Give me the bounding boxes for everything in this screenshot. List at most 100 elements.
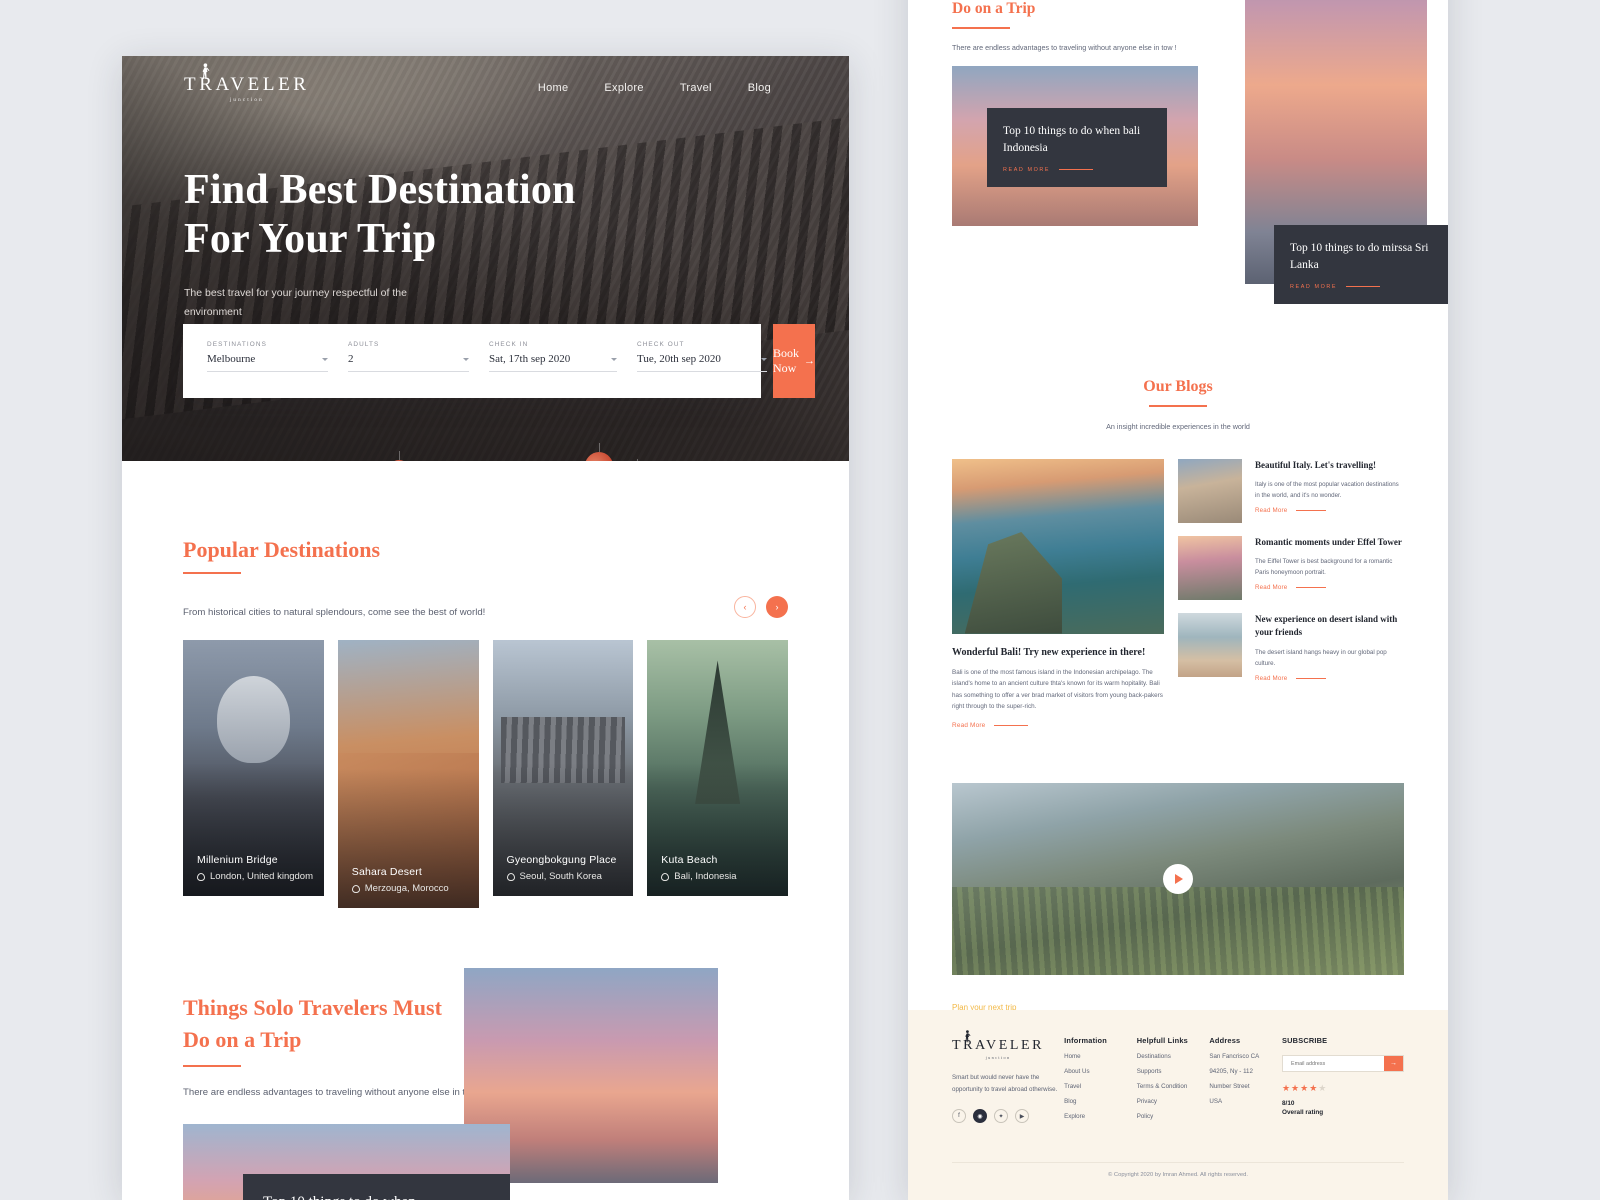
booking-field-checkout[interactable]: CHECK OUT Tue, 20th sep 2020 [637,341,767,398]
stars-filled: ★★★★ [1281,1083,1319,1093]
destination-card[interactable]: Gyeongbokgung Place Seoul, South Korea [492,640,634,896]
list-item[interactable]: New experience on desert island with you… [1178,612,1404,682]
play-icon [1175,874,1183,885]
logo-tagline: junction [229,96,264,103]
site-footer: TRAVELER junction Smart but would never … [908,1010,1448,1200]
right-page-mockup: Do on a Trip There are endless advantage… [908,0,1448,1200]
footer-link[interactable]: Terms & Condition [1137,1083,1210,1090]
blog-item-body: Italy is one of the most popular vacatio… [1255,481,1399,500]
hiker-icon [202,62,210,79]
footer-link[interactable]: Home [1064,1053,1137,1060]
do-trip-card-bali[interactable]: Top 10 things to do when bali Indonesia … [987,108,1167,187]
booking-fields: DESTINATIONS Melbourne ADULTS 2 CHECK IN… [183,324,773,398]
address-line: USA [1209,1098,1223,1105]
book-now-label: Book Now [773,346,800,375]
footer-column-helpful-links: Helpfull Links Destinations Supports Ter… [1137,1036,1210,1123]
video-banner[interactable] [952,783,1404,976]
instagram-icon[interactable]: ◉ [973,1109,987,1124]
read-more-link[interactable]: READ MORE [1290,284,1433,290]
read-more-link[interactable]: Read More [952,722,1164,729]
booking-field-destinations[interactable]: DESTINATIONS Melbourne [207,341,328,398]
blog-thumbnail [1178,535,1242,600]
blog-thumbnail [1178,458,1242,523]
read-more-link[interactable]: Read More [1255,584,1404,591]
card-title: Millenium Bridge [197,854,278,866]
solo-travelers-section: Things Solo Travelers Must Do on a Trip … [122,968,849,1200]
blog-item-body: The Eiffel Tower is best background for … [1255,558,1393,577]
field-value: Melbourne [207,353,256,365]
read-more-rule [1346,286,1381,287]
heading-underline [183,572,241,574]
blogs-subtitle: An insight incredible experiences in the… [1106,422,1250,431]
read-more-link[interactable]: Read More [1255,675,1404,682]
address-line: San Fancrisco CA [1209,1053,1260,1060]
copyright-text: © Copyright 2020 by Imran Ahmed. All rig… [1108,1172,1248,1178]
heading-underline [952,27,1010,29]
footer-logo[interactable]: TRAVELER junction [952,1030,1044,1060]
footer-link[interactable]: Explore [1064,1113,1137,1120]
destination-card[interactable]: Kuta Beach Bali, Indonesia [647,640,788,896]
field-label: CHECK OUT [637,341,685,348]
booking-field-checkin[interactable]: CHECK IN Sat, 17th sep 2020 [489,341,617,398]
read-more-link[interactable]: Read More [1255,507,1404,514]
youtube-icon[interactable]: ▶ [1015,1109,1029,1124]
nav-item-home[interactable]: Home [538,82,569,94]
field-label: CHECK IN [489,341,529,348]
solo-card-title: Top 10 things to do when [263,1192,510,1200]
nav-item-travel[interactable]: Travel [680,82,712,94]
read-more-rule [994,725,1029,727]
column-heading: Helpfull Links [1136,1036,1188,1045]
subscribe-heading: SUBSCRIBE [1281,1036,1328,1045]
featured-blog-body: Bali is one of the most famous island in… [952,668,1163,711]
read-more-link[interactable]: READ MORE [1003,167,1151,173]
card-location: Seoul, South Korea [519,871,602,882]
read-more-label: Read More [1255,674,1288,682]
footer-link[interactable]: Policy [1137,1113,1210,1120]
email-input[interactable] [1282,1056,1384,1071]
carousel-prev-button[interactable]: ‹ [734,596,756,618]
solo-feature-card[interactable]: Top 10 things to do when [183,1123,510,1200]
read-more-label: READ MORE [1290,283,1338,290]
nav-links: Home Explore Travel Blog [538,82,771,94]
do-trip-card-srilanka[interactable]: Top 10 things to do mirssa Sri Lanka REA… [1274,225,1448,304]
subscribe-form: → [1281,1055,1404,1072]
card-title: Kuta Beach [661,854,718,866]
mockup-canvas: TRAVELER junction Home Explore Travel Bl… [0,0,1600,1200]
footer-link[interactable]: Privacy [1137,1098,1210,1105]
facebook-icon[interactable]: f [952,1109,966,1124]
footer-subscribe: SUBSCRIBE → ★★★★★ 8/10 Overall rating [1281,1036,1404,1123]
left-page-mockup: TRAVELER junction Home Explore Travel Bl… [122,56,849,1200]
nav-item-explore[interactable]: Explore [604,82,643,94]
location-pin-icon [506,872,515,881]
destination-card[interactable]: Millenium Bridge London, United kingdom [183,640,324,896]
subscribe-submit-button[interactable]: → [1383,1056,1403,1071]
logo-tagline: junction [985,1055,1011,1060]
footer-link[interactable]: Blog [1064,1098,1137,1105]
address-line: 94205, Ny - 112 [1209,1068,1253,1075]
read-more-label: Read More [952,722,986,730]
column-heading: Address [1209,1036,1241,1045]
featured-blog-card[interactable]: Wonderful Bali! Try new experience in th… [952,458,1164,729]
our-blogs-section: Our Blogs An insight incredible experien… [908,378,1448,729]
location-pin-icon [351,884,360,893]
read-more-rule [1296,677,1327,679]
footer-link[interactable]: Travel [1064,1083,1137,1090]
footer-link[interactable]: About Us [1064,1068,1137,1075]
footer-column-address: Address San Fancrisco CA 94205, Ny - 112… [1209,1036,1282,1123]
footer-link[interactable]: Supports [1137,1068,1210,1075]
booking-field-adults[interactable]: ADULTS 2 [348,341,469,398]
carousel-next-button[interactable]: › [766,596,788,618]
footer-link[interactable]: Destinations [1137,1053,1210,1060]
logo[interactable]: TRAVELER junction [184,62,310,103]
hero-section: TRAVELER junction Home Explore Travel Bl… [122,56,849,461]
book-now-button[interactable]: Book Now → [773,324,816,398]
list-item[interactable]: Romantic moments under Effel Tower The E… [1178,535,1404,600]
destination-card[interactable]: Sahara Desert Merzouga, Morocco [337,640,479,908]
hero-copy: Find Best Destination For Your Trip The … [184,166,654,321]
play-button[interactable] [1163,864,1193,895]
chevron-down-icon [761,357,767,361]
twitter-icon[interactable]: ✦ [994,1109,1008,1124]
nav-item-blog[interactable]: Blog [748,82,771,94]
hiker-icon [965,1030,971,1043]
list-item[interactable]: Beautiful Italy. Let's travelling! Italy… [1178,458,1404,523]
